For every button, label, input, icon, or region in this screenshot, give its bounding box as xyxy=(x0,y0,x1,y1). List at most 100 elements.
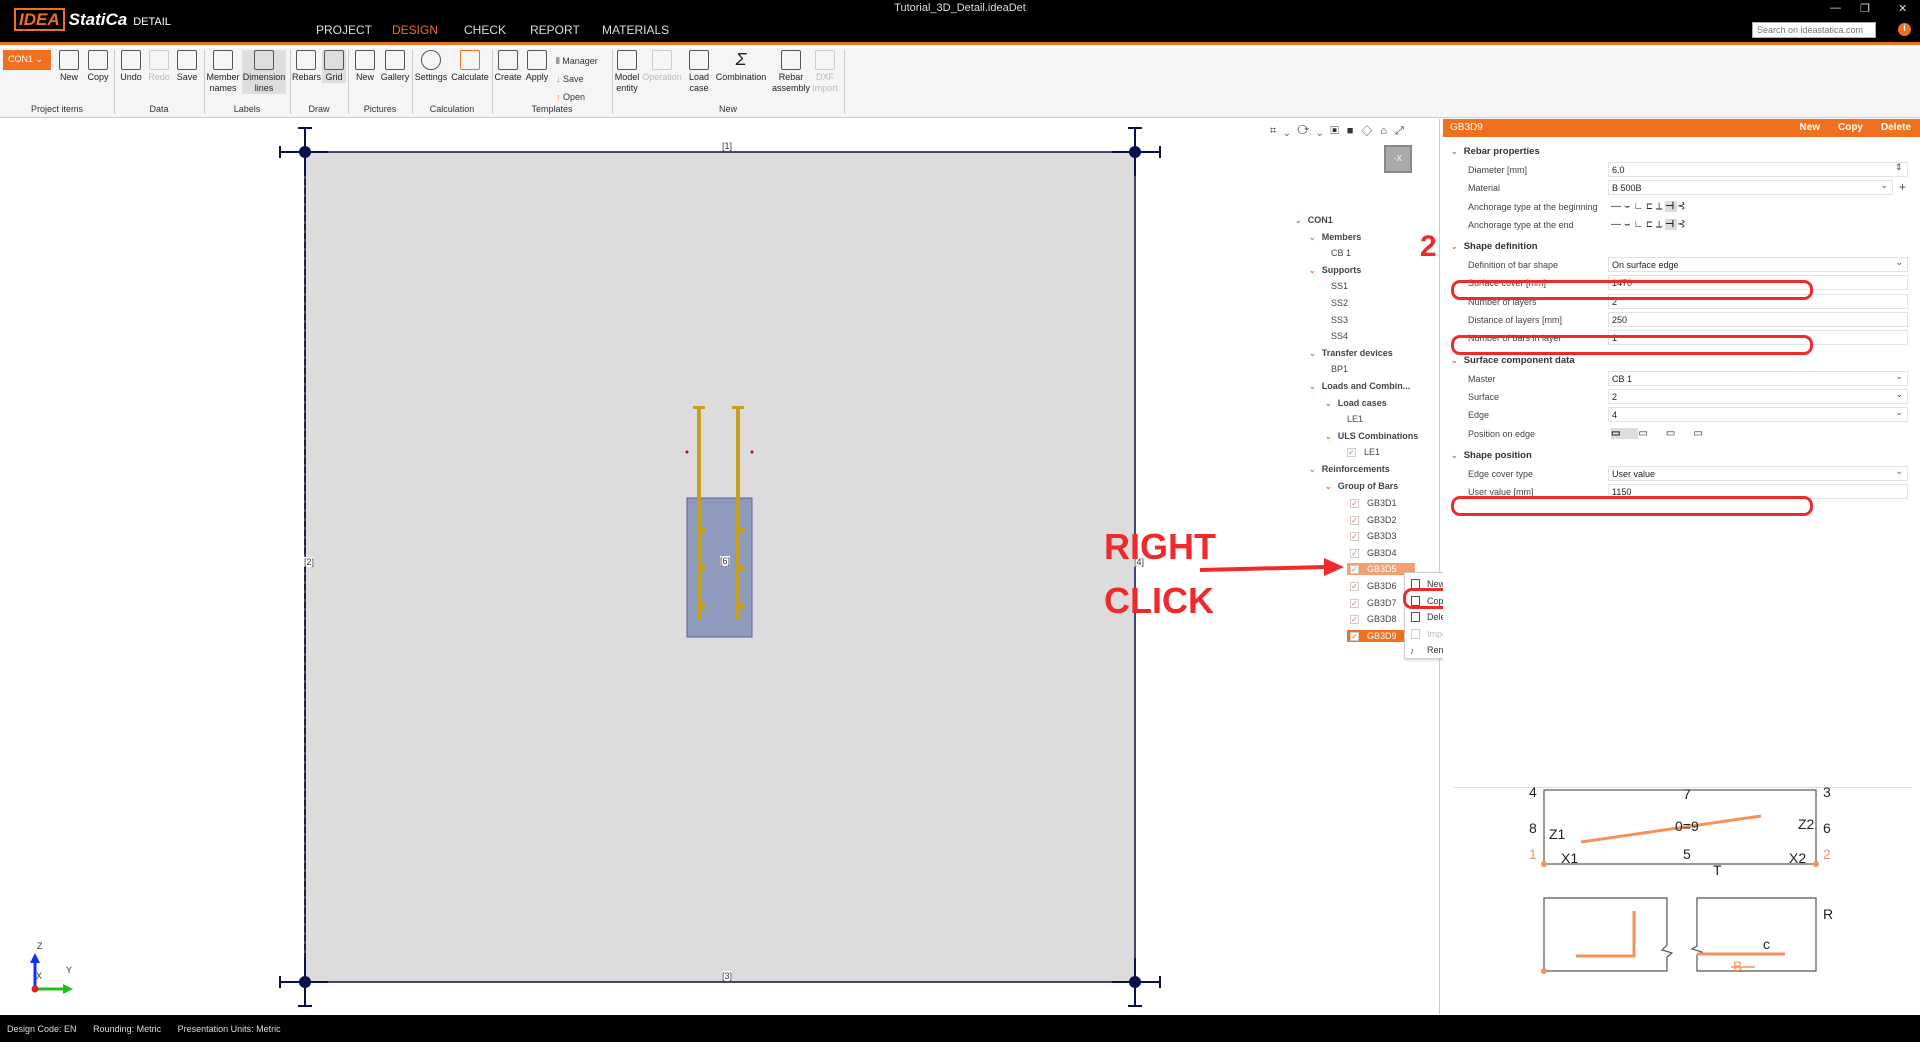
load-case-button[interactable]: Load case xyxy=(686,50,712,94)
add-material-icon[interactable]: + xyxy=(1899,180,1906,194)
section-shape-definition[interactable]: ⌄ Shape definition xyxy=(1443,238,1920,256)
checkbox[interactable]: ✓ xyxy=(1350,598,1359,608)
material-select[interactable]: B 500B xyxy=(1608,180,1893,196)
tree-item-bar-group[interactable]: ✓ GB3D2 xyxy=(1295,514,1440,531)
redo-button[interactable]: Redo xyxy=(146,50,172,83)
tree-item[interactable]: SS3 xyxy=(1295,315,1440,332)
view-cube[interactable]: -X xyxy=(1384,145,1412,173)
edge-position-icons[interactable]: ▭▭▭▭ xyxy=(1611,427,1721,439)
tree-node-con1[interactable]: ⌄ CON1 xyxy=(1295,215,1440,232)
tree-item[interactable]: SS1 xyxy=(1295,281,1440,298)
section-shape-position[interactable]: ⌄ Shape position xyxy=(1443,447,1920,465)
tree-item-bar-group[interactable]: ✓ GB3D4 xyxy=(1295,547,1440,564)
manager-button[interactable]: ⫴ Manager xyxy=(556,52,598,70)
new-picture-button[interactable]: New xyxy=(352,50,378,83)
group-label: Labels xyxy=(233,104,261,114)
rebars-button[interactable]: Rebars xyxy=(292,50,321,83)
info-icon[interactable]: i xyxy=(1898,23,1911,36)
master-select[interactable]: CB 1 xyxy=(1608,370,1908,386)
checkbox[interactable]: ✓ xyxy=(1350,548,1359,558)
anchorage-type-icons[interactable]: —⌣∟⊏⊥⊣⊰ xyxy=(1611,218,1689,230)
rebar-assembly-button[interactable]: Rebar assembly xyxy=(772,50,810,94)
tab-materials[interactable]: MATERIALS xyxy=(598,23,673,42)
point-marker xyxy=(685,450,689,454)
apply-template-button[interactable]: Apply xyxy=(524,50,550,83)
spinner-icon[interactable]: ⇕ xyxy=(1895,162,1903,173)
close-button[interactable]: ✕ xyxy=(1898,2,1907,15)
bar-shape-select[interactable]: On surface edge xyxy=(1608,257,1908,273)
tree-node-uls[interactable]: ⌄ ULS Combinations xyxy=(1295,431,1440,448)
minimize-button[interactable]: — xyxy=(1830,2,1841,14)
panel-new-button[interactable]: New xyxy=(1799,122,1820,133)
tree-node-supports[interactable]: ⌄ Supports xyxy=(1295,265,1440,282)
checkbox[interactable]: ✓ xyxy=(1350,565,1359,575)
template-save-button[interactable]: ↓ Save xyxy=(556,70,598,88)
tree-item[interactable]: SS4 xyxy=(1295,331,1440,348)
tree-item[interactable]: ✓ LE1 xyxy=(1295,447,1440,464)
load-arrows-icon xyxy=(689,50,709,70)
create-template-button[interactable]: Create xyxy=(494,50,522,83)
checkbox[interactable]: ✓ xyxy=(1350,515,1359,525)
tree-node-reinforcements[interactable]: ⌄ Reinforcements xyxy=(1295,464,1440,481)
edge-cover-row: Edge cover type User value xyxy=(1443,465,1920,483)
copy-project-item-button[interactable]: Copy xyxy=(84,50,112,83)
ribbon: CON1 ⌄ New Copy Project items Undo Redo … xyxy=(0,48,1920,118)
panel-copy-button[interactable]: Copy xyxy=(1838,122,1863,133)
tree-item[interactable]: CB 1 xyxy=(1295,248,1440,265)
edge-cover-select[interactable]: User value xyxy=(1608,465,1908,481)
gallery-button[interactable]: Gallery xyxy=(380,50,410,83)
checkbox[interactable]: ✓ xyxy=(1350,532,1359,542)
settings-button[interactable]: Settings xyxy=(414,50,448,83)
calculate-button[interactable]: Calculate xyxy=(450,50,490,83)
layer-distance-input[interactable]: 250 xyxy=(1608,312,1908,328)
title-bar: IDEA StatiCa DETAIL Tutorial_3D_Detail.ide… xyxy=(0,0,1920,45)
tree-node-group-of-bars[interactable]: ⌄ Group of Bars xyxy=(1295,481,1440,498)
diameter-input[interactable]: 6.0 xyxy=(1608,162,1908,177)
tree-node-transfer[interactable]: ⌄ Transfer devices xyxy=(1295,348,1440,365)
undo-icon xyxy=(121,50,141,70)
grid-icon xyxy=(324,50,344,70)
search-input[interactable]: Search on ideastatica.com xyxy=(1752,22,1876,38)
diagram-label-x1: X1 xyxy=(1561,850,1579,866)
tree-item-bar-group[interactable]: ✓ GB3D3 xyxy=(1295,530,1440,547)
group-label: Data xyxy=(149,104,169,114)
new-project-item-button[interactable]: New xyxy=(56,50,82,83)
checkbox[interactable]: ✓ xyxy=(1350,582,1359,592)
grid-button[interactable]: Grid xyxy=(322,50,346,83)
tab-project[interactable]: PROJECT xyxy=(312,23,376,42)
tree-item-bar-group[interactable]: ✓ GB3D1 xyxy=(1295,497,1440,514)
connection-selector[interactable]: CON1 ⌄ xyxy=(3,50,51,70)
tree-item[interactable]: SS2 xyxy=(1295,298,1440,315)
rebar-icon xyxy=(296,50,316,70)
tree-item[interactable]: BP1 xyxy=(1295,364,1440,381)
diagram-label-z2: Z2 xyxy=(1798,816,1815,832)
combination-button[interactable]: Σ Combination xyxy=(714,50,768,83)
tab-design[interactable]: DESIGN xyxy=(388,23,443,44)
tree-node-load-cases[interactable]: ⌄ Load cases xyxy=(1295,398,1440,415)
checkbox[interactable]: ✓ xyxy=(1350,499,1359,509)
section-rebar-properties[interactable]: ⌄ Rebar properties xyxy=(1443,143,1920,161)
tree-node-loads[interactable]: ⌄ Loads and Combin... xyxy=(1295,381,1440,398)
edge-label-top: [1] xyxy=(722,141,733,151)
view-toolbar[interactable]: ⌗⌄⟳⌄▣■◇⌂⤢ xyxy=(1270,125,1412,138)
save-button[interactable]: Save xyxy=(174,50,200,83)
highlight-ring-bars-in-layer xyxy=(1451,335,1813,355)
surface-select[interactable]: 2 xyxy=(1608,388,1908,404)
dimension-lines-button[interactable]: Dimension lines xyxy=(242,50,286,94)
undo-button[interactable]: Undo xyxy=(118,50,144,83)
checkbox[interactable]: ✓ xyxy=(1347,448,1356,458)
panel-delete-button[interactable]: Delete xyxy=(1881,122,1911,133)
anchorage-type-icons[interactable]: —⌣∟⊏⊥⊣⊰ xyxy=(1611,200,1689,212)
tree-node-members[interactable]: ⌄ Members xyxy=(1295,232,1440,249)
checkbox[interactable]: ✓ xyxy=(1350,631,1359,641)
tree-item[interactable]: LE1 xyxy=(1295,414,1440,431)
checkbox[interactable]: ✓ xyxy=(1350,615,1359,625)
edge-select[interactable]: 4 xyxy=(1608,407,1908,423)
tab-check[interactable]: CHECK xyxy=(460,23,510,42)
operation-button[interactable]: Operation xyxy=(642,50,682,83)
model-entity-button[interactable]: Model entity xyxy=(614,50,640,94)
dxf-import-button[interactable]: DXF Import xyxy=(812,50,838,94)
tab-report[interactable]: REPORT xyxy=(526,23,584,42)
restore-button[interactable]: ❐ xyxy=(1860,2,1870,15)
member-names-button[interactable]: Member names xyxy=(206,50,240,94)
